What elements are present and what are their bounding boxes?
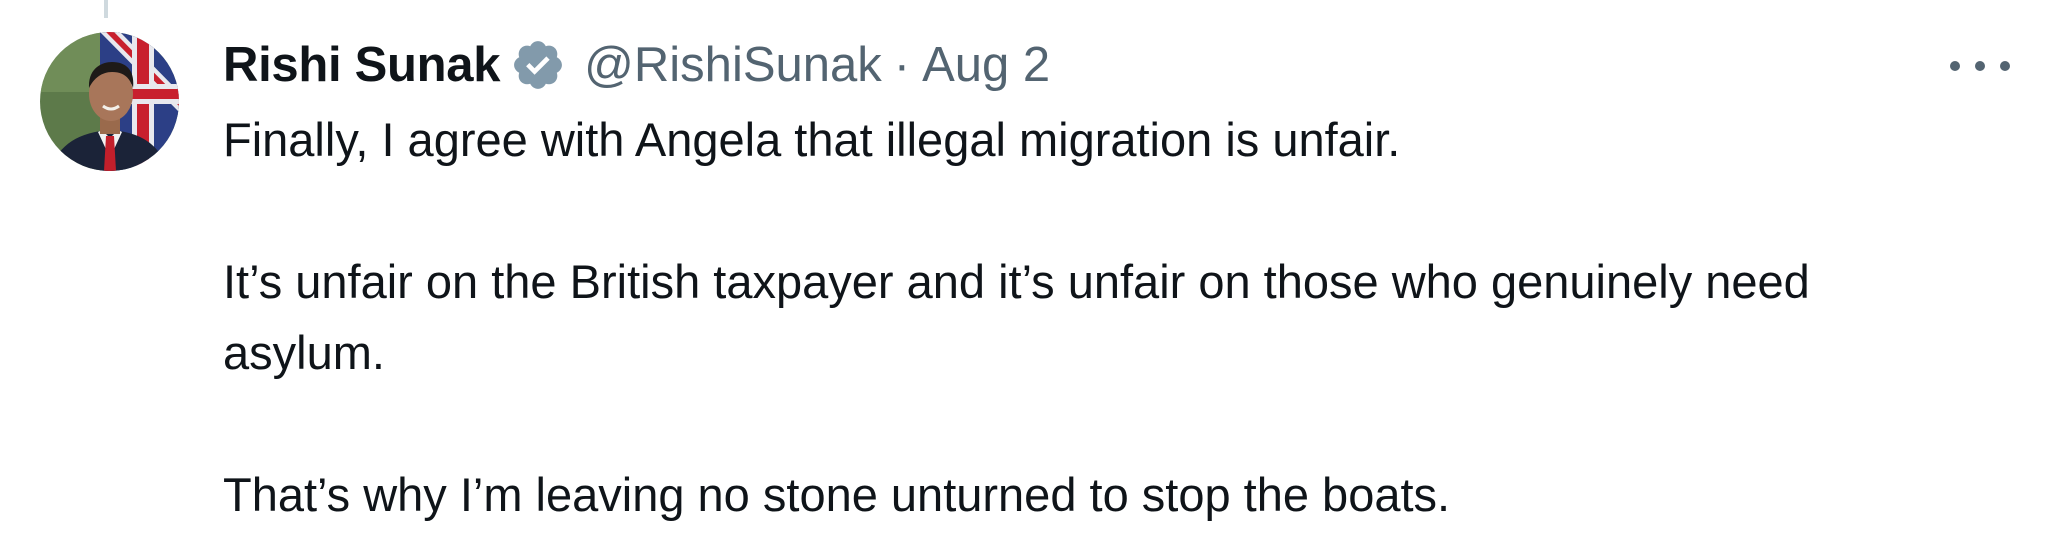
author-handle[interactable]: @RishiSunak: [584, 37, 882, 93]
tweet-header: Rishi Sunak @RishiSunak · Aug 2: [223, 30, 2010, 100]
header-separator: ·: [893, 38, 911, 92]
tweet-paragraph: It’s unfair on the British taxpayer and …: [223, 255, 1810, 379]
tweet-paragraph: That’s why I’m leaving no stone unturned…: [223, 468, 1451, 521]
more-dot: [1975, 61, 1985, 71]
thread-connector-line: [104, 0, 108, 18]
more-options-icon[interactable]: [1950, 48, 2010, 84]
tweet-text: Finally, I agree with Angela that illega…: [223, 104, 1943, 530]
more-dot: [1950, 61, 1960, 71]
more-dot: [2000, 61, 2010, 71]
tweet-date[interactable]: Aug 2: [922, 37, 1050, 93]
tweet-paragraph: Finally, I agree with Angela that illega…: [223, 113, 1401, 166]
avatar[interactable]: [40, 32, 179, 171]
verified-badge-icon[interactable]: [510, 37, 566, 93]
author-display-name[interactable]: Rishi Sunak: [223, 37, 500, 93]
profile-photo: [40, 32, 179, 171]
tweet[interactable]: Rishi Sunak @RishiSunak · Aug 2 Finally,…: [223, 30, 2010, 530]
